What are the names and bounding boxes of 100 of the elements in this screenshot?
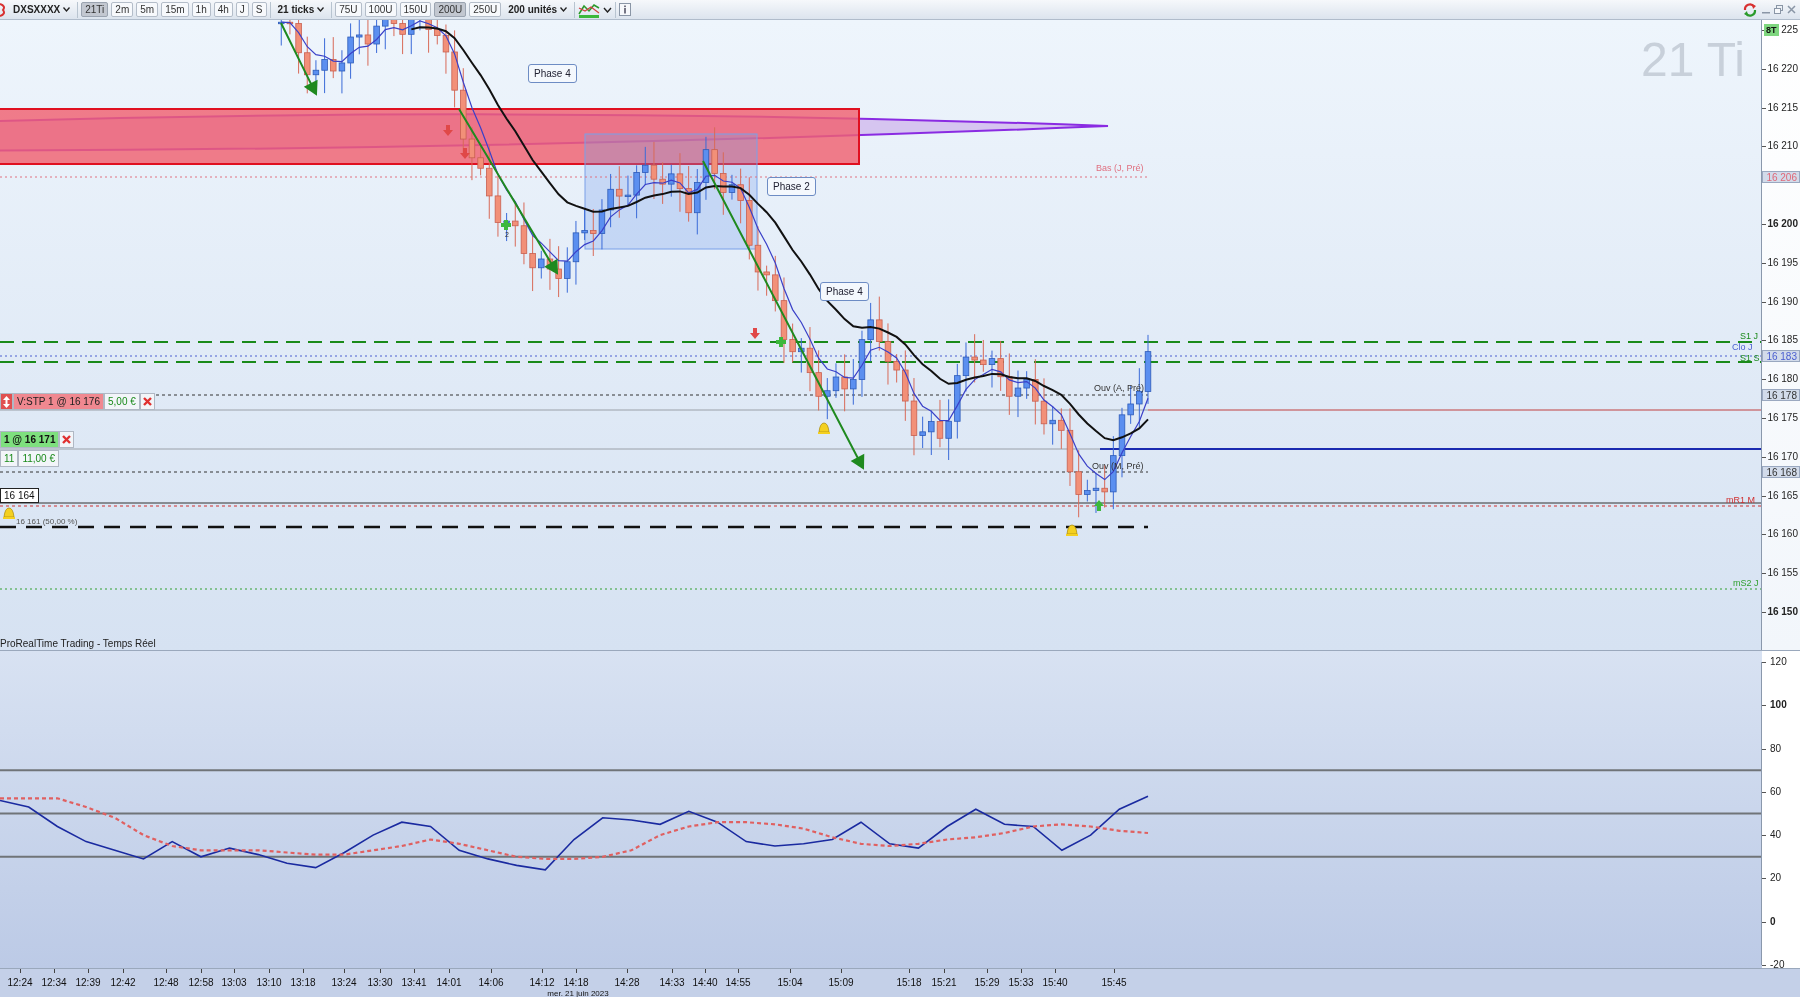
period-button[interactable]: 4h bbox=[213, 2, 233, 17]
candlestick bbox=[425, 20, 432, 54]
position-label[interactable]: 1 @ 16 171 bbox=[0, 431, 60, 448]
level-label: mR1 M bbox=[1726, 495, 1755, 505]
down-arrow-icon bbox=[750, 328, 760, 339]
axis-tick-label: 100 bbox=[1770, 699, 1787, 712]
price-marker: 16 178 bbox=[1762, 388, 1800, 401]
ticks-dropdown[interactable]: 21 ticks bbox=[273, 1, 329, 18]
close-icon bbox=[62, 435, 72, 444]
time-label: 14:12 bbox=[529, 977, 555, 988]
alert-price-label[interactable]: 16 164 bbox=[0, 488, 39, 503]
unit-button[interactable]: 75U bbox=[335, 2, 362, 17]
axis-tick-label: 16 190 bbox=[1767, 295, 1798, 308]
candlestick bbox=[419, 20, 421, 31]
price-marker: 16 206 bbox=[1762, 171, 1800, 184]
unit-button[interactable]: 150U bbox=[399, 2, 432, 17]
refresh-icon[interactable] bbox=[1742, 1, 1758, 18]
time-label: 12:39 bbox=[75, 977, 101, 988]
period-button[interactable]: 15m bbox=[161, 2, 189, 17]
time-label: 14:18 bbox=[563, 977, 589, 988]
axis-tick-label: 16 160 bbox=[1767, 528, 1798, 541]
time-label: 15:21 bbox=[931, 977, 957, 988]
down-arrow-icon bbox=[443, 125, 453, 136]
chart-style-icon[interactable] bbox=[578, 1, 601, 18]
phase-label: Phase 2 bbox=[767, 177, 816, 196]
axis-tick-label: 0 bbox=[1770, 915, 1776, 928]
phase-label: Phase 4 bbox=[528, 64, 577, 83]
axis-tick-label: 16 195 bbox=[1767, 256, 1798, 269]
units-dropdown[interactable]: 200 unités bbox=[504, 1, 572, 18]
period-button[interactable]: 21Ti bbox=[81, 2, 109, 17]
time-label: 13:18 bbox=[290, 977, 316, 988]
axis-tick-label: 16 175 bbox=[1767, 412, 1798, 424]
axis-tick-label: 16 210 bbox=[1767, 140, 1798, 153]
time-label: 15:40 bbox=[1042, 977, 1068, 988]
period-button[interactable]: 1h bbox=[191, 2, 211, 17]
restore-icon[interactable] bbox=[1774, 5, 1783, 14]
axis-tick-label: 20 bbox=[1770, 872, 1782, 885]
date-label: mer. 21 juin 2023 bbox=[547, 989, 609, 997]
time-label: 14:06 bbox=[478, 977, 504, 988]
price-marker: 16 168 bbox=[1762, 466, 1800, 479]
time-label: 13:30 bbox=[367, 977, 393, 988]
level-label: mS2 J bbox=[1733, 578, 1759, 588]
axis-tick-label: 16 165 bbox=[1767, 489, 1798, 502]
time-label: 12:34 bbox=[41, 977, 67, 988]
up-down-arrow-icon bbox=[3, 395, 10, 408]
time-label: 14:40 bbox=[692, 977, 718, 988]
level-label: S1 J bbox=[1740, 331, 1758, 341]
level-label: Bas (J, Pré) bbox=[1096, 163, 1144, 173]
time-label: 14:01 bbox=[436, 977, 462, 988]
indicator-title: ProRealTime Trading - Temps Réel bbox=[0, 638, 156, 649]
position-quantity: 11 bbox=[0, 450, 19, 467]
time-label: 15:04 bbox=[777, 977, 803, 988]
down-arrow-icon bbox=[460, 148, 470, 159]
axis-tick-label: 16 180 bbox=[1767, 373, 1798, 386]
axis-tick-label: 16 220 bbox=[1767, 62, 1798, 75]
axis-tick-label: 16 150 bbox=[1767, 606, 1798, 618]
unit-button[interactable]: 100U bbox=[364, 2, 397, 17]
caret-icon[interactable] bbox=[603, 6, 613, 13]
period-button[interactable]: S bbox=[251, 2, 267, 17]
period-button[interactable]: J bbox=[235, 2, 249, 17]
time-label: 15:33 bbox=[1008, 977, 1034, 988]
cross-icon bbox=[501, 220, 511, 230]
time-label: 14:33 bbox=[659, 977, 685, 988]
axis-tick-label: 40 bbox=[1770, 829, 1782, 842]
period-button[interactable]: 2m bbox=[111, 2, 134, 17]
price-marker: 16 183 bbox=[1762, 349, 1800, 362]
bar-count-badge: 8T bbox=[1764, 24, 1779, 36]
time-label: 14:28 bbox=[614, 977, 640, 988]
time-label: 15:29 bbox=[974, 977, 1000, 988]
time-label: 13:03 bbox=[221, 977, 247, 988]
order-amount: 5,00 € bbox=[104, 393, 140, 410]
instrument-dropdown[interactable]: DXSXXXX bbox=[9, 1, 75, 18]
cross-icon bbox=[776, 337, 786, 347]
time-label: 12:48 bbox=[153, 977, 179, 988]
bell-icon bbox=[1066, 524, 1078, 536]
time-label: 13:41 bbox=[401, 977, 427, 988]
info-icon[interactable] bbox=[619, 3, 632, 16]
period-button[interactable]: 5m bbox=[136, 2, 159, 17]
time-label: 15:45 bbox=[1101, 977, 1127, 988]
close-icon bbox=[142, 397, 152, 406]
app-logo-icon[interactable] bbox=[0, 2, 6, 17]
close-position-button[interactable] bbox=[59, 431, 75, 448]
time-label: 12:42 bbox=[110, 977, 136, 988]
axis-tick-label: 60 bbox=[1770, 785, 1782, 798]
retracement-label: 16 161 (50,00 %) bbox=[16, 517, 78, 526]
unit-button[interactable]: 200U bbox=[434, 2, 467, 17]
axis-tick-label: 225 bbox=[1781, 24, 1798, 36]
up-arrow-icon bbox=[1094, 500, 1104, 511]
axis-tick-label: 120 bbox=[1770, 656, 1787, 668]
stop-order-label[interactable]: V:STP 1 @ 16 176 bbox=[13, 393, 104, 410]
axis-tick-label: 16 170 bbox=[1767, 450, 1798, 463]
close-icon[interactable] bbox=[1787, 5, 1796, 14]
caret-icon bbox=[560, 7, 568, 12]
axis-tick-label: -20 bbox=[1770, 959, 1785, 971]
bell-icon bbox=[818, 422, 830, 434]
level-label: Clo J bbox=[1732, 342, 1753, 352]
drag-handle[interactable] bbox=[0, 393, 13, 410]
unit-button[interactable]: 250U bbox=[469, 2, 502, 17]
time-label: 12:24 bbox=[7, 977, 33, 988]
time-label: 13:24 bbox=[331, 977, 357, 988]
